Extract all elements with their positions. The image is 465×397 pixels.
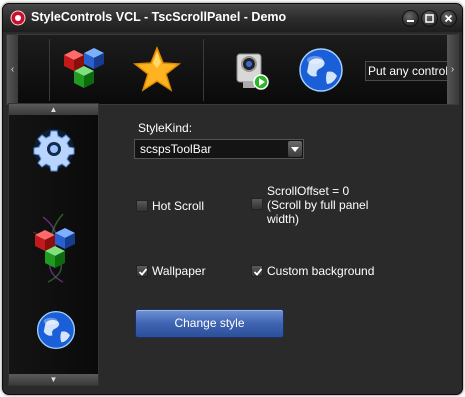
title-bar[interactable]: StyleControls VCL - TscScrollPanel - Dem… — [3, 4, 462, 32]
checkmark-icon — [138, 268, 148, 276]
maximize-icon — [425, 14, 434, 23]
separator — [203, 39, 204, 101]
scroll-up-button[interactable]: ▲ — [9, 104, 98, 115]
scroll-right-button[interactable]: › — [447, 35, 458, 104]
minimize-button[interactable] — [402, 10, 419, 27]
wallpaper-label[interactable]: Wallpaper — [152, 264, 206, 278]
scroll-offset-label-line2[interactable]: (Scroll by full panel — [267, 198, 368, 212]
color-cubes-icon[interactable] — [60, 46, 108, 94]
checkmark-icon — [253, 268, 263, 276]
globe-icon[interactable] — [297, 46, 345, 94]
minimize-icon — [407, 20, 414, 22]
globe-icon[interactable] — [35, 309, 77, 351]
custom-background-label[interactable]: Custom background — [267, 264, 374, 278]
star-icon[interactable] — [133, 46, 181, 94]
change-style-button[interactable]: Change style — [135, 309, 284, 338]
close-icon — [444, 14, 453, 23]
webcam-icon[interactable] — [227, 46, 275, 94]
hot-scroll-label[interactable]: Hot Scroll — [152, 199, 204, 213]
left-scroll-panel: ▲ ▼ — [8, 103, 99, 386]
separator — [49, 39, 50, 101]
window-title: StyleControls VCL - TscScrollPanel - Dem… — [31, 10, 287, 24]
scroll-left-button[interactable]: ‹ — [7, 35, 18, 104]
style-kind-label: StyleKind: — [138, 121, 193, 135]
close-button[interactable] — [440, 10, 457, 27]
app-window: StyleControls VCL - TscScrollPanel - Dem… — [2, 3, 463, 395]
style-kind-select[interactable]: scspsToolBar — [134, 139, 304, 159]
gear-icon[interactable] — [31, 126, 77, 172]
style-kind-value: scspsToolBar — [140, 142, 212, 156]
custom-background-checkbox[interactable] — [251, 265, 263, 277]
dropdown-button[interactable] — [288, 141, 302, 157]
chevron-down-icon — [291, 147, 299, 152]
top-scroll-panel: ‹ Put any control › — [6, 34, 459, 105]
app-logo-icon — [10, 10, 26, 26]
scroll-offset-label-line1[interactable]: ScrollOffset = 0 — [267, 184, 349, 198]
scroll-offset-checkbox[interactable] — [251, 198, 263, 210]
scroll-down-button[interactable]: ▼ — [9, 374, 98, 385]
color-cubes-icon[interactable] — [31, 226, 79, 274]
wallpaper-checkbox[interactable] — [136, 265, 148, 277]
maximize-button[interactable] — [421, 10, 438, 27]
hot-scroll-checkbox[interactable] — [136, 200, 148, 212]
put-any-control-label: Put any control — [365, 61, 451, 81]
scroll-offset-label-line3[interactable]: width) — [267, 212, 299, 226]
